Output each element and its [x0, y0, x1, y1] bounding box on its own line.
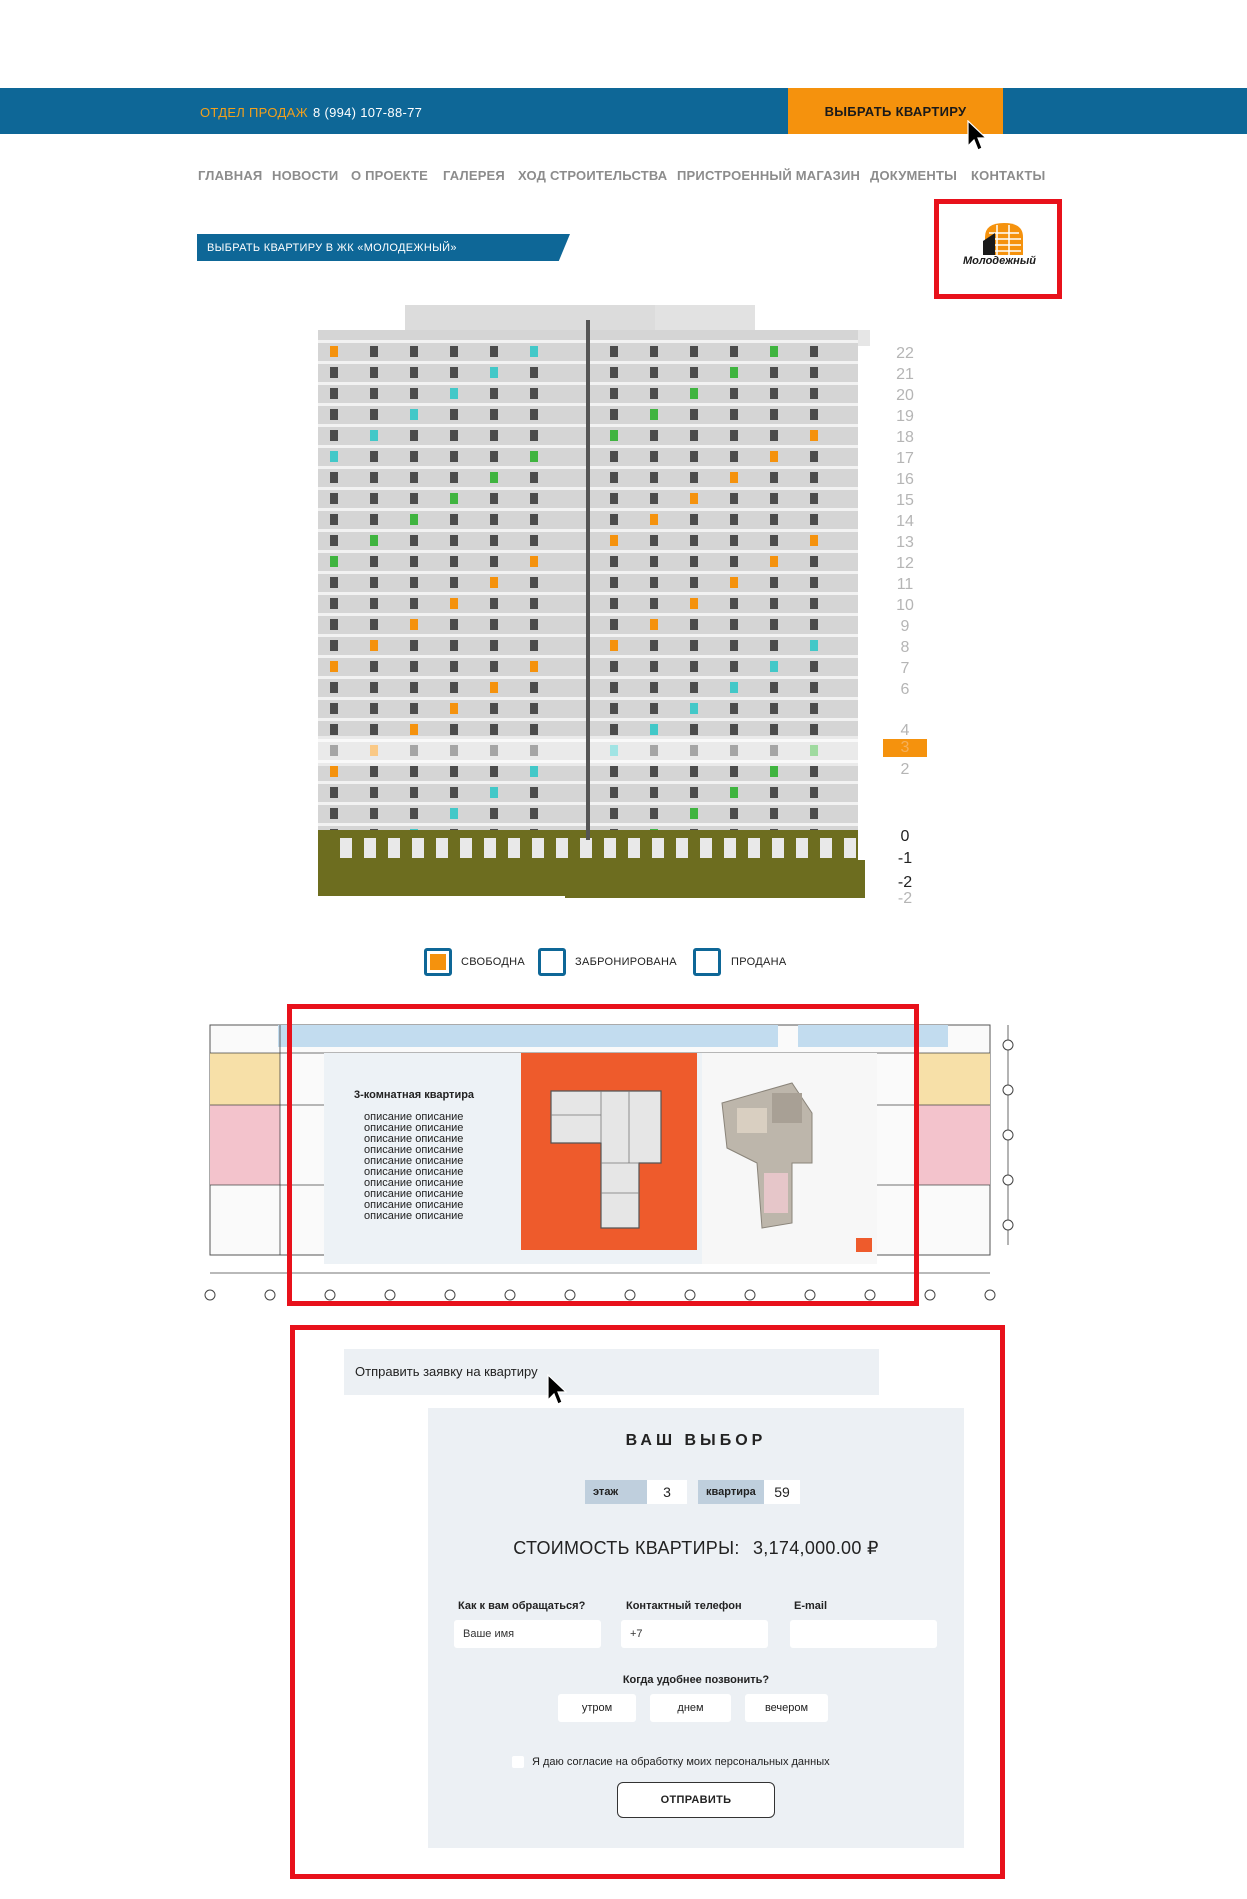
description-line: описание описание: [364, 1210, 464, 1222]
floor-number[interactable]: 12: [890, 555, 920, 573]
price-label: СТОИМОСТЬ КВАРТИРЫ:: [513, 1538, 740, 1558]
floor-number[interactable]: 20: [890, 387, 920, 405]
floor-chip-label: этаж: [585, 1480, 647, 1504]
form-title: ВАШ ВЫБОР: [625, 1432, 767, 1449]
floor-number[interactable]: 2: [890, 761, 920, 779]
apartment-description: описание описание описание описание опис…: [364, 1112, 463, 1222]
floor-number[interactable]: 13: [890, 534, 920, 552]
time-day-button[interactable]: днем: [650, 1694, 731, 1722]
apartment-3d-render: [721, 1082, 813, 1229]
floor-number[interactable]: 14: [890, 513, 920, 531]
floor-number[interactable]: 16: [890, 471, 920, 489]
floor-number[interactable]: 6: [890, 681, 920, 699]
floor-number[interactable]: 9: [890, 618, 920, 636]
apartment-chip-label: квартира: [698, 1480, 764, 1504]
floor-number[interactable]: 18: [890, 429, 920, 447]
email-input[interactable]: [790, 1620, 937, 1648]
name-label: Как к вам обращаться?: [458, 1600, 586, 1612]
logo[interactable]: Молодежный: [937, 203, 1057, 295]
floor-number[interactable]: 4: [890, 722, 920, 740]
nav-item-documents[interactable]: ДОКУМЕНТЫ: [870, 168, 957, 183]
floor-number[interactable]: -2: [890, 890, 920, 908]
time-morning-button[interactable]: утром: [558, 1694, 636, 1722]
apartment-popup: 3-комнатная квартира описание описание о…: [324, 1053, 877, 1264]
nav-item-gallery[interactable]: ГАЛЕРЕЯ: [443, 168, 505, 183]
apartment-layout-panel: [521, 1053, 697, 1250]
legend-reserved-label: ЗАБРОНИРОВАНА: [575, 956, 677, 968]
call-time-label: Когда удобнее позвонить?: [622, 1674, 770, 1686]
nav-item-construction[interactable]: ХОД СТРОИТЕЛЬСТВА: [518, 168, 667, 183]
price-value: 3,174,000.00 ₽: [752, 1538, 879, 1558]
main-nav: ГЛАВНАЯ НОВОСТИ О ПРОЕКТЕ ГАЛЕРЕЯ ХОД СТ…: [0, 168, 1247, 188]
logo-building-icon: [983, 223, 1023, 255]
apartment-title: 3-комнатная квартира: [354, 1089, 475, 1101]
nav-item-news[interactable]: НОВОСТИ: [272, 168, 338, 183]
section-badge: ВЫБРАТЬ КВАРТИРУ В ЖК «МОЛОДЕЖНЫЙ»: [197, 234, 570, 261]
nav-item-shop[interactable]: ПРИСТРОЕННЫЙ МАГАЗИН: [677, 168, 860, 183]
mouse-cursor-icon: [967, 120, 988, 151]
nav-item-about[interactable]: О ПРОЕКТЕ: [351, 168, 428, 183]
floor-number[interactable]: 11: [890, 576, 920, 594]
choice-form: ВАШ ВЫБОР этаж 3 квартира 59 СТОИМОСТЬ К…: [428, 1408, 964, 1848]
apartment-3d-panel: [702, 1053, 877, 1264]
email-label: E-mail: [794, 1600, 828, 1612]
floor-number[interactable]: 15: [890, 492, 920, 510]
floor-number[interactable]: 19: [890, 408, 920, 426]
floor-number[interactable]: 0: [890, 828, 920, 846]
floor-number[interactable]: 17: [890, 450, 920, 468]
submit-button[interactable]: ОТПРАВИТЬ: [617, 1782, 775, 1818]
phone-input[interactable]: [621, 1620, 768, 1648]
floor-number[interactable]: 7: [890, 660, 920, 678]
floor-number[interactable]: 10: [890, 597, 920, 615]
consent-checkbox[interactable]: [512, 1756, 524, 1768]
apartment-chip-value: 59: [764, 1480, 800, 1504]
sales-phone[interactable]: 8 (994) 107-88-77: [313, 105, 422, 120]
phone-label: Контактный телефон: [626, 1600, 742, 1612]
popup-color-marker: [856, 1238, 872, 1252]
time-evening-button[interactable]: вечером: [745, 1694, 828, 1722]
apartment-layout-drawing: [550, 1090, 662, 1229]
legend-free-swatch: [424, 948, 452, 976]
building-facade: [310, 305, 870, 898]
legend-sold-swatch: [693, 948, 721, 976]
logo-text: Молодежный: [963, 255, 1036, 267]
nav-item-contacts[interactable]: КОНТАКТЫ: [971, 168, 1045, 183]
legend-reserved-swatch: [538, 948, 566, 976]
floor-chip-value: 3: [647, 1480, 687, 1504]
price: СТОИМОСТЬ КВАРТИРЫ: 3,174,000.00 ₽: [428, 1538, 964, 1559]
top-bar: [0, 88, 1247, 134]
request-title: Отправить заявку на квартиру: [355, 1364, 538, 1379]
consent-text: Я даю согласие на обработку моих персона…: [532, 1756, 830, 1768]
floor-number[interactable]: -1: [890, 850, 920, 868]
floor-number[interactable]: 21: [890, 366, 920, 384]
legend-free-label: СВОБОДНА: [461, 956, 526, 968]
nav-item-home[interactable]: ГЛАВНАЯ: [198, 168, 262, 183]
legend-sold-label: ПРОДАНА: [731, 956, 787, 968]
floor-number[interactable]: 22: [890, 345, 920, 363]
mouse-cursor-icon: [547, 1374, 568, 1405]
floor-number-selected[interactable]: 3: [883, 739, 927, 757]
floor-number[interactable]: 8: [890, 639, 920, 657]
page: ОТДЕЛ ПРОДАЖ 8 (994) 107-88-77 ВЫБРАТЬ К…: [0, 0, 1247, 1899]
sales-label: ОТДЕЛ ПРОДАЖ: [200, 105, 308, 120]
name-input[interactable]: [454, 1620, 601, 1648]
